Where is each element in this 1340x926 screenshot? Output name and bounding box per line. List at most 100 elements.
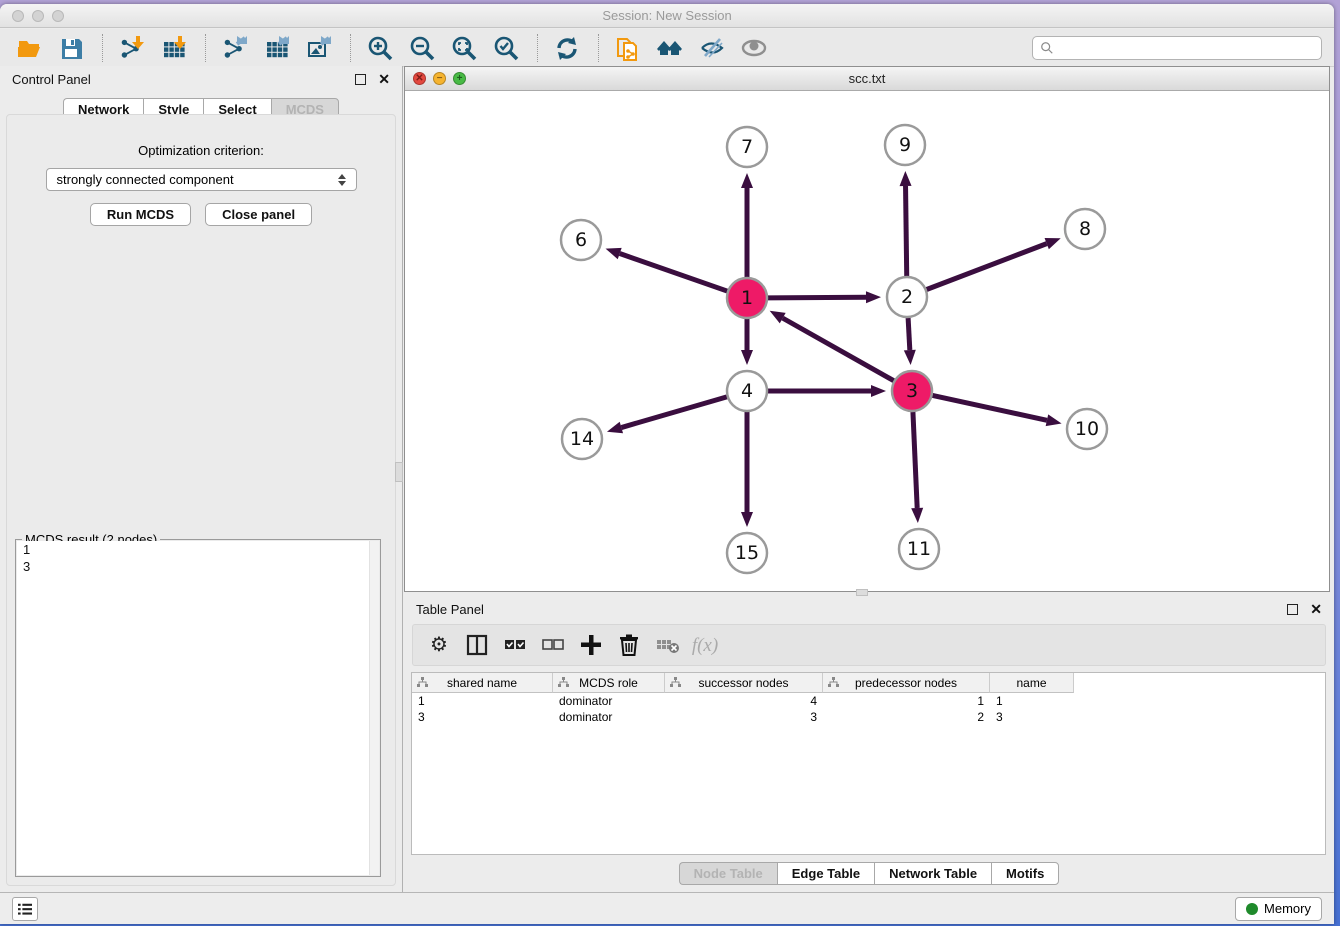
- save-session-icon: [58, 35, 84, 61]
- add-column-button[interactable]: [575, 629, 607, 661]
- edge-4-14[interactable]: [621, 397, 726, 428]
- column-header-shared-name[interactable]: shared name: [412, 673, 553, 693]
- column-header-name[interactable]: name: [990, 673, 1074, 693]
- edge-3-10[interactable]: [933, 395, 1047, 420]
- column-layout-button[interactable]: [461, 629, 493, 661]
- export-image-button[interactable]: [302, 33, 336, 63]
- table-cell[interactable]: 3: [665, 709, 823, 725]
- table-row[interactable]: 3dominator323: [412, 709, 1325, 725]
- import-table-button[interactable]: [157, 33, 191, 63]
- arrowhead-icon: [607, 422, 623, 434]
- table-cell[interactable]: 1: [990, 693, 1074, 709]
- search-input[interactable]: [1059, 40, 1314, 55]
- node-label: 7: [741, 136, 753, 158]
- table-cell[interactable]: dominator: [553, 693, 665, 709]
- float-panel-icon[interactable]: [355, 74, 366, 85]
- table-row[interactable]: 1dominator411: [412, 693, 1325, 709]
- task-list-icon: [17, 902, 33, 916]
- refresh-button[interactable]: [550, 33, 584, 63]
- hide-selected-button[interactable]: [695, 33, 729, 63]
- tab-edge-table[interactable]: Edge Table: [777, 862, 874, 885]
- column-header-successor-nodes[interactable]: successor nodes: [665, 673, 823, 693]
- close-panel-icon[interactable]: ✕: [378, 72, 390, 86]
- arrowhead-icon: [606, 248, 622, 259]
- table-cell[interactable]: 1: [823, 693, 990, 709]
- zoom-fit-button[interactable]: [447, 33, 481, 63]
- memory-status-icon: [1246, 903, 1258, 915]
- table-cell[interactable]: 2: [823, 709, 990, 725]
- import-table-icon: [161, 35, 187, 61]
- show-all-icon: [741, 35, 767, 61]
- settings-button[interactable]: ⚙: [423, 629, 455, 661]
- memory-label: Memory: [1264, 901, 1311, 916]
- table-panel: Table Panel ✕ ⚙f(x) shared nameMCDS role…: [404, 596, 1334, 890]
- zoom-selected-button[interactable]: [489, 33, 523, 63]
- arrowhead-icon: [911, 508, 923, 523]
- edge-3-11[interactable]: [913, 412, 917, 508]
- import-network-button[interactable]: [115, 33, 149, 63]
- close-panel-button[interactable]: Close panel: [205, 203, 312, 226]
- table-cell[interactable]: 3: [412, 709, 553, 725]
- node-label: 11: [907, 538, 931, 560]
- edge-3-1[interactable]: [783, 318, 894, 381]
- deselect-all-button[interactable]: [537, 629, 569, 661]
- column-type-icon: [558, 677, 569, 688]
- network-titlebar[interactable]: ✕ − + scc.txt: [405, 67, 1329, 91]
- hide-selected-icon: [699, 35, 725, 61]
- export-network-button[interactable]: [218, 33, 252, 63]
- edge-2-8[interactable]: [927, 244, 1047, 290]
- vertical-splitter-handle[interactable]: [395, 462, 403, 482]
- horizontal-splitter-handle[interactable]: [856, 589, 868, 596]
- zoom-out-icon: [409, 35, 435, 61]
- zoom-fit-icon: [451, 35, 477, 61]
- delete-column-icon: [616, 632, 642, 658]
- criterion-dropdown[interactable]: strongly connected component: [46, 168, 357, 191]
- edge-1-2[interactable]: [768, 297, 866, 298]
- save-session-button[interactable]: [54, 33, 88, 63]
- control-panel: Control Panel ✕ NetworkStyleSelectMCDS O…: [0, 66, 403, 892]
- edge-2-9[interactable]: [906, 186, 907, 276]
- delete-column-button[interactable]: [613, 629, 645, 661]
- table-cell[interactable]: 4: [665, 693, 823, 709]
- optimization-label: Optimization criterion:: [7, 143, 395, 158]
- select-all-button[interactable]: [499, 629, 531, 661]
- show-all-button[interactable]: [737, 33, 771, 63]
- edge-2-3[interactable]: [908, 318, 910, 350]
- arrowhead-icon: [741, 173, 753, 188]
- edge-1-6[interactable]: [620, 254, 727, 292]
- run-mcds-button[interactable]: Run MCDS: [90, 203, 191, 226]
- status-bar: Memory: [0, 892, 1334, 924]
- tab-motifs[interactable]: Motifs: [991, 862, 1059, 885]
- import-network-icon: [119, 35, 145, 61]
- column-type-icon: [828, 677, 839, 688]
- zoom-in-icon: [367, 35, 393, 61]
- table-cell[interactable]: dominator: [553, 709, 665, 725]
- column-layout-icon: [464, 632, 490, 658]
- export-table-button[interactable]: [260, 33, 294, 63]
- export-image-icon: [306, 35, 332, 61]
- column-header-predecessor-nodes[interactable]: predecessor nodes: [823, 673, 990, 693]
- task-history-button[interactable]: [12, 897, 38, 921]
- memory-button[interactable]: Memory: [1235, 897, 1322, 921]
- search-field[interactable]: [1032, 36, 1322, 60]
- table-cell[interactable]: 1: [412, 693, 553, 709]
- mcds-result-list[interactable]: 13: [17, 541, 379, 875]
- node-label: 6: [575, 229, 587, 251]
- table-cell[interactable]: 3: [990, 709, 1074, 725]
- zoom-out-button[interactable]: [405, 33, 439, 63]
- clone-network-button[interactable]: [611, 33, 645, 63]
- network-canvas[interactable]: 7968124314101511: [405, 91, 1329, 591]
- refresh-icon: [554, 35, 580, 61]
- network-graph[interactable]: 7968124314101511: [405, 91, 1329, 591]
- column-header-MCDS-role[interactable]: MCDS role: [553, 673, 665, 693]
- float-table-panel-icon[interactable]: [1287, 604, 1298, 615]
- node-label: 3: [906, 380, 918, 402]
- close-table-panel-icon[interactable]: ✕: [1310, 602, 1322, 616]
- tab-network-table[interactable]: Network Table: [874, 862, 991, 885]
- window-title: Session: New Session: [0, 8, 1334, 23]
- zoom-in-button[interactable]: [363, 33, 397, 63]
- tab-node-table[interactable]: Node Table: [679, 862, 777, 885]
- open-file-button[interactable]: [12, 33, 46, 63]
- first-neighbors-button[interactable]: [653, 33, 687, 63]
- result-scrollbar[interactable]: [369, 541, 379, 875]
